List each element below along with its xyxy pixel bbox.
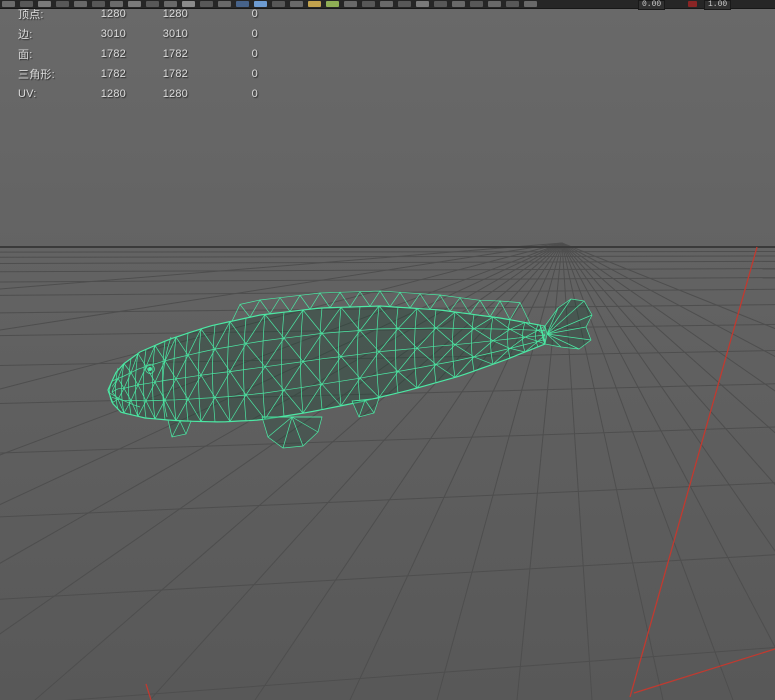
toolbar-icon[interactable] — [110, 1, 123, 7]
toolbar-icon[interactable] — [164, 1, 177, 7]
poly-count-hud: 顶点: 1280 1280 0 边: 3010 3010 0 面: 1782 1… — [18, 4, 258, 104]
toolbar-icon[interactable] — [74, 1, 87, 7]
toolbar-icon[interactable] — [254, 1, 267, 7]
toolbar-icon[interactable] — [344, 1, 357, 7]
hud-value-total: 1782 — [100, 68, 126, 80]
hud-value-selected: 0 — [251, 68, 258, 80]
hud-row-triangles: 三角形: 1782 1782 0 — [18, 64, 258, 84]
toolbar-icon[interactable] — [92, 1, 105, 7]
toolbar-icon[interactable] — [272, 1, 285, 7]
toolbar-icon[interactable] — [524, 1, 537, 7]
toolbar-icon[interactable] — [200, 1, 213, 7]
toolbar-icon[interactable] — [236, 1, 249, 7]
toolbar-icon[interactable] — [434, 1, 447, 7]
toolbar-icon[interactable] — [146, 1, 159, 7]
toolbar-icon[interactable] — [326, 1, 339, 7]
hud-value-shaded: 1782 — [162, 48, 188, 60]
toolbar-icon[interactable] — [470, 1, 483, 7]
hud-value-total: 3010 — [100, 28, 126, 40]
toolbar-icon[interactable] — [218, 1, 231, 7]
hud-value-shaded: 1280 — [162, 88, 188, 100]
toolbar-icon[interactable] — [416, 1, 429, 7]
hud-value-total: 1782 — [100, 48, 126, 60]
toolbar-icon[interactable] — [380, 1, 393, 7]
hud-value-total: 1280 — [100, 8, 126, 20]
toolbar-icon[interactable] — [506, 1, 519, 7]
hud-value-selected: 0 — [251, 48, 258, 60]
hud-value-selected: 0 — [251, 8, 258, 20]
toolbar-icon[interactable] — [56, 1, 69, 7]
toolbar-icon[interactable] — [128, 1, 141, 7]
toolbar: 0.00 1.00 — [0, 0, 775, 10]
hud-label: 三角形: — [18, 69, 55, 81]
hud-value-total: 1280 — [100, 88, 126, 100]
toolbar-icon[interactable] — [362, 1, 375, 7]
hud-row-faces: 面: 1782 1782 0 — [18, 44, 258, 64]
hud-label: UV: — [18, 88, 37, 100]
toolbar-icon[interactable] — [308, 1, 321, 7]
hud-label: 边: — [18, 29, 33, 41]
toolbar-icon[interactable] — [182, 1, 195, 7]
viewport-canvas[interactable] — [0, 0, 775, 700]
hud-value-selected: 0 — [251, 88, 258, 100]
hud-value-selected: 0 — [251, 28, 258, 40]
hud-label: 面: — [18, 49, 33, 61]
fish-wireframe-model[interactable] — [107, 290, 593, 449]
toolbar-icon[interactable] — [452, 1, 465, 7]
range-start-field[interactable]: 0.00 — [638, 0, 666, 10]
hud-row-edges: 边: 3010 3010 0 — [18, 24, 258, 44]
toolbar-icon[interactable] — [398, 1, 411, 7]
hud-row-uvs: UV: 1280 1280 0 — [18, 84, 258, 104]
toolbar-icon[interactable] — [2, 1, 15, 7]
hud-value-shaded: 3010 — [162, 28, 188, 40]
range-end-field[interactable]: 1.00 — [704, 0, 732, 10]
hud-value-shaded: 1782 — [162, 68, 188, 80]
toolbar-icon[interactable] — [38, 1, 51, 7]
toolbar-icon[interactable] — [20, 1, 33, 7]
toolbar-icons — [2, 1, 542, 7]
toolbar-icon[interactable] — [290, 1, 303, 7]
key-icon[interactable] — [688, 1, 697, 7]
hud-value-shaded: 1280 — [162, 8, 188, 20]
toolbar-icon[interactable] — [488, 1, 501, 7]
